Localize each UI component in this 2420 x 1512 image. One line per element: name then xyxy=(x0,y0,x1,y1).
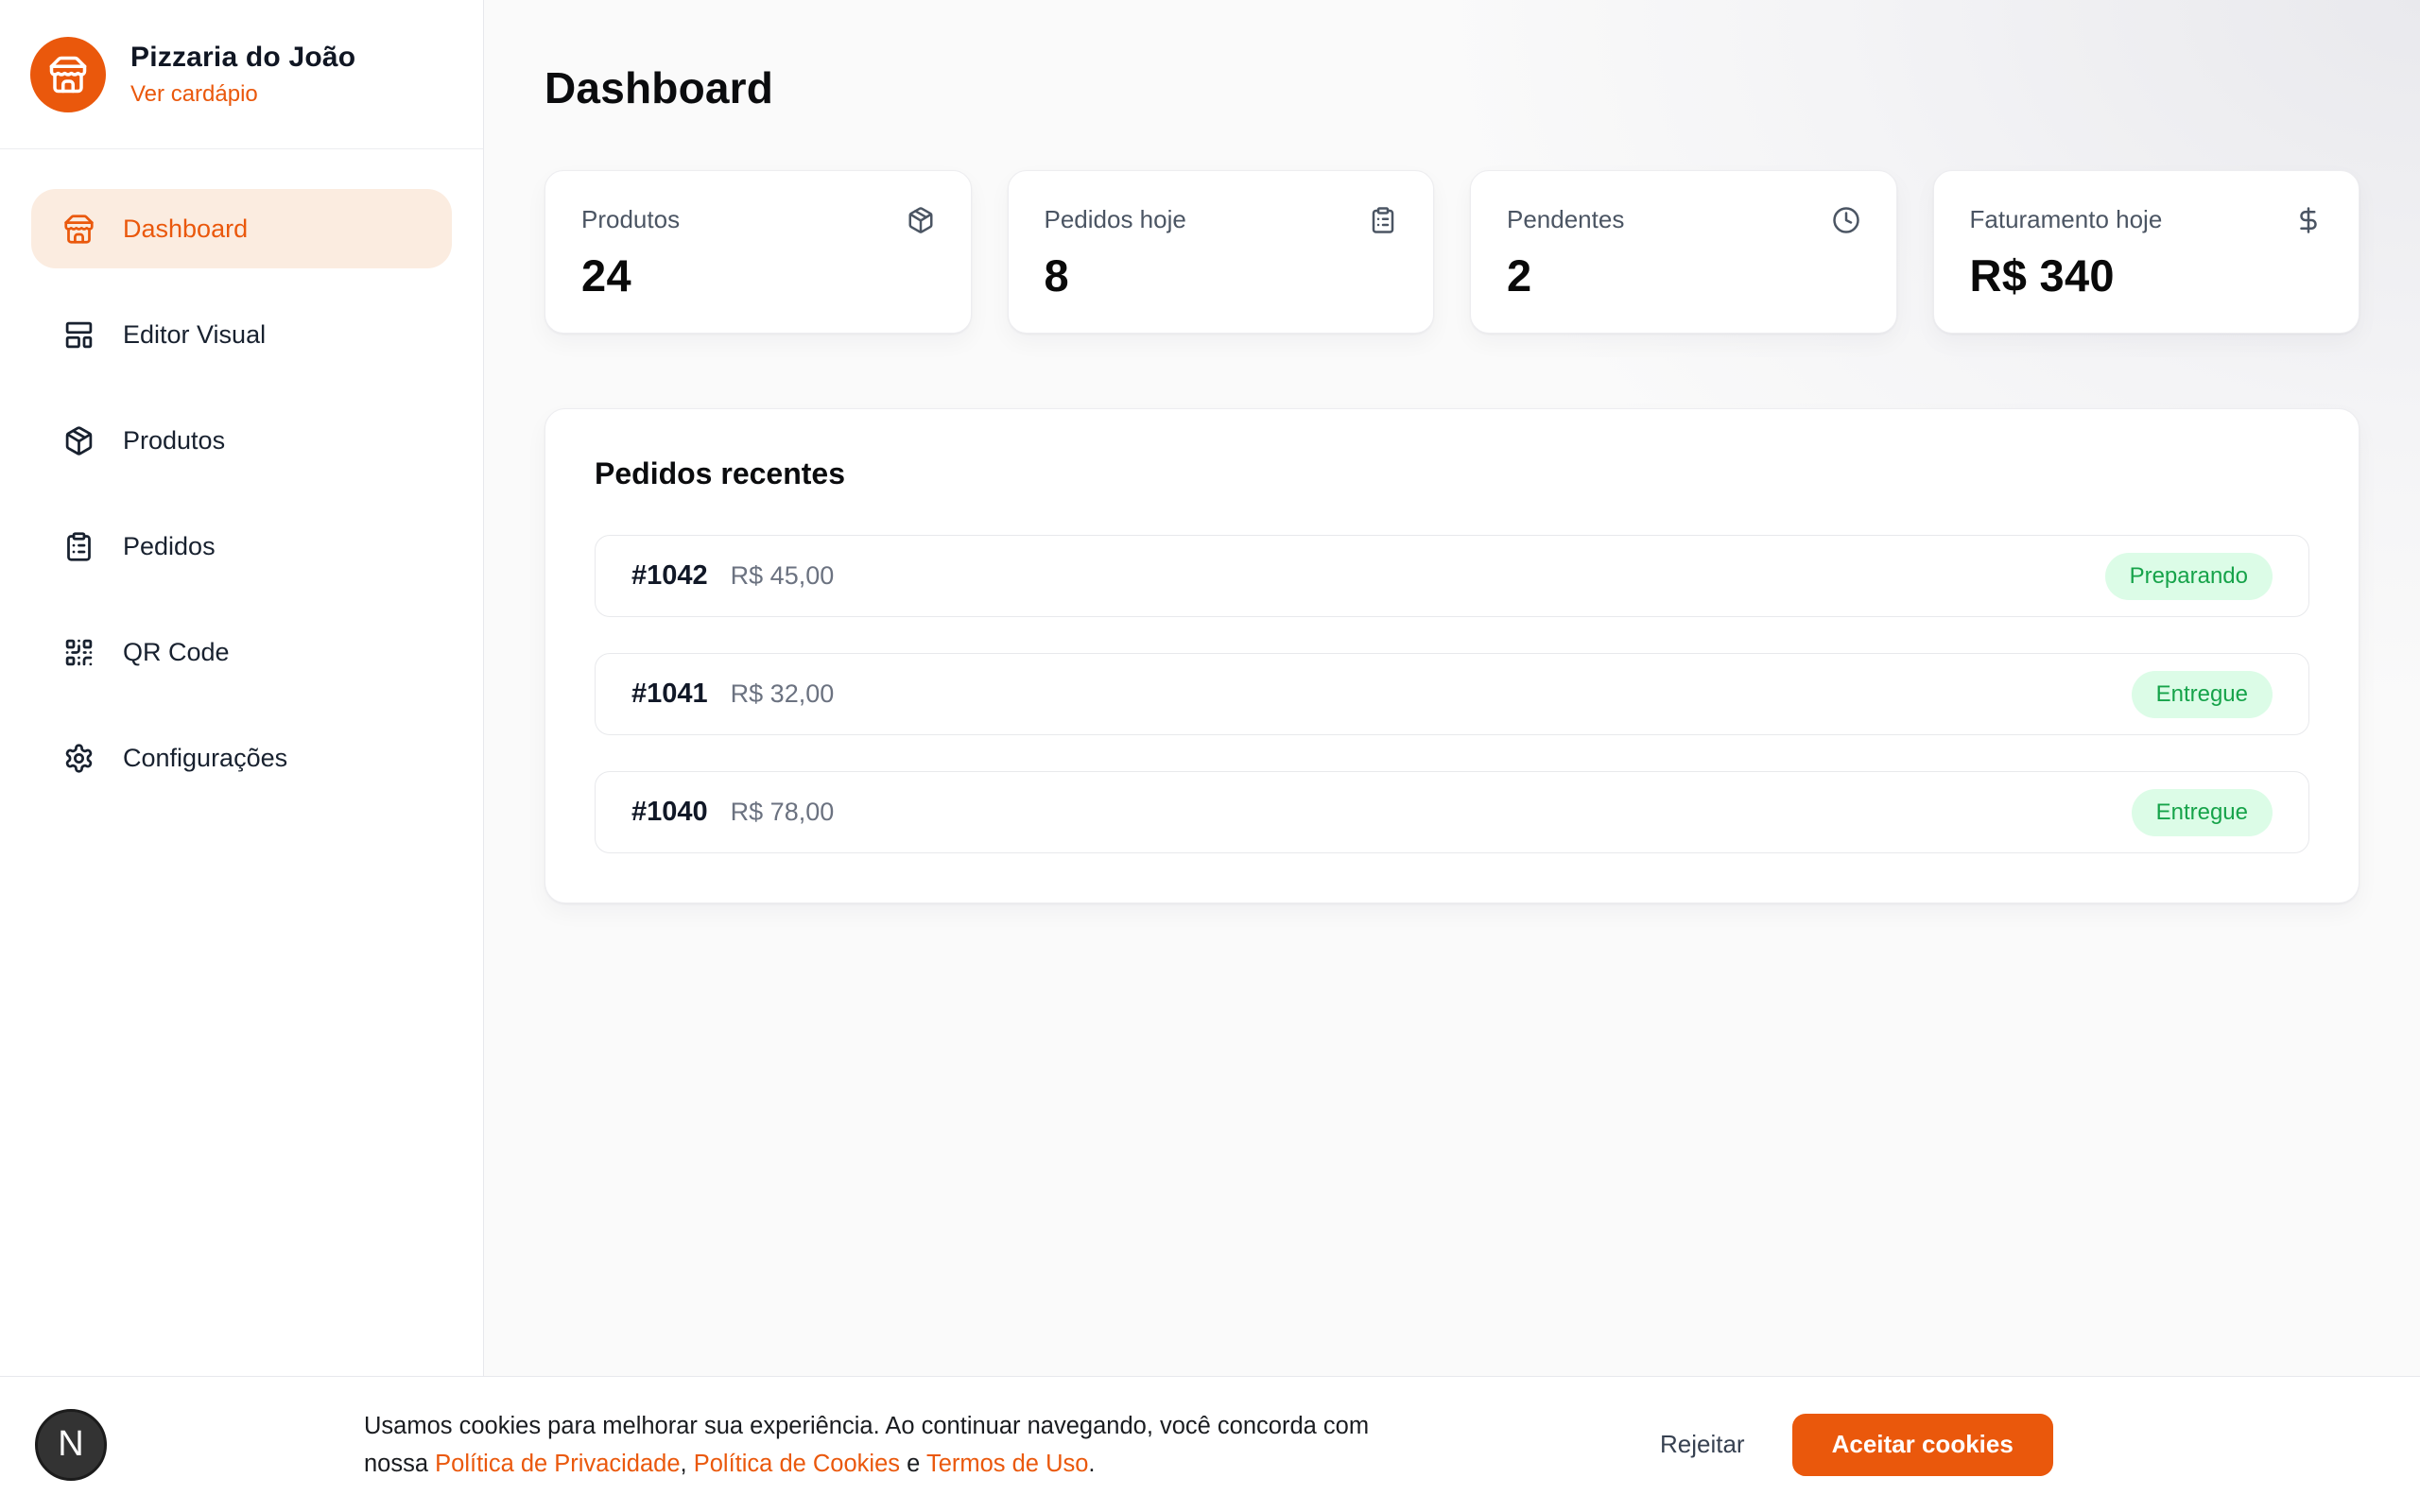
order-row: #1041 R$ 32,00 Entregue xyxy=(595,653,2309,735)
cookie-text-prefix: nossa xyxy=(364,1451,428,1477)
stat-card-pendentes: Pendentes 2 xyxy=(1470,170,1897,334)
devtools-button[interactable]: N xyxy=(35,1409,107,1481)
status-badge: Entregue xyxy=(2132,671,2273,718)
order-amount: R$ 78,00 xyxy=(731,798,835,827)
status-badge: Entregue xyxy=(2132,789,2273,836)
sidebar-item-produtos[interactable]: Produtos xyxy=(31,401,452,480)
sidebar-header: Pizzaria do João Ver cardápio xyxy=(0,0,483,149)
sidebar-item-label: Configurações xyxy=(123,744,287,773)
order-id: #1042 xyxy=(631,560,708,592)
order-row: #1040 R$ 78,00 Entregue xyxy=(595,771,2309,853)
recent-orders-title: Pedidos recentes xyxy=(595,456,2309,491)
view-menu-link[interactable]: Ver cardápio xyxy=(130,81,258,108)
status-badge: Preparando xyxy=(2105,553,2273,600)
order-amount: R$ 45,00 xyxy=(731,561,835,591)
cookie-text-line1: Usamos cookies para melhorar sua experiê… xyxy=(364,1413,1369,1439)
order-amount: R$ 32,00 xyxy=(731,679,835,709)
sidebar-item-editor-visual[interactable]: Editor Visual xyxy=(31,295,452,374)
sidebar-item-configuracoes[interactable]: Configurações xyxy=(31,718,452,798)
app-root: Pizzaria do João Ver cardápio Dashboard xyxy=(0,0,2420,1512)
stat-value: 8 xyxy=(1045,249,1398,301)
sidebar-item-dashboard[interactable]: Dashboard xyxy=(31,189,452,268)
dollar-icon xyxy=(2294,206,2323,234)
order-id: #1040 xyxy=(631,797,708,828)
sidebar-item-label: Pedidos xyxy=(123,532,216,561)
cookie-actions: Rejeitar Aceitar cookies xyxy=(1660,1414,2053,1476)
brand-text: Pizzaria do João Ver cardápio xyxy=(130,42,355,108)
package-icon xyxy=(907,206,935,234)
qr-code-icon xyxy=(63,637,95,668)
stat-value: 24 xyxy=(581,249,935,301)
sidebar-item-label: QR Code xyxy=(123,638,230,667)
comma-separator: , xyxy=(681,1451,687,1477)
cookie-banner: N Usamos cookies para melhorar sua exper… xyxy=(0,1376,2420,1512)
cookie-consent-text: Usamos cookies para melhorar sua experiê… xyxy=(364,1407,1369,1483)
layout-template-icon xyxy=(63,319,95,351)
sidebar: Pizzaria do João Ver cardápio Dashboard xyxy=(0,0,484,1376)
cookie-policy-link[interactable]: Política de Cookies xyxy=(694,1451,900,1477)
package-icon xyxy=(63,425,95,456)
stats-row: Produtos 24 Pedidos hoje xyxy=(544,170,2360,334)
main-content: Dashboard Produtos 24 Pedidos hoje xyxy=(484,0,2420,1376)
sidebar-item-pedidos[interactable]: Pedidos xyxy=(31,507,452,586)
clipboard-list-icon xyxy=(1369,206,1397,234)
stat-label: Faturamento hoje xyxy=(1970,205,2163,234)
brand-name: Pizzaria do João xyxy=(130,42,355,74)
sidebar-nav: Dashboard Editor Visual xyxy=(0,149,483,837)
clipboard-list-icon xyxy=(63,531,95,562)
privacy-policy-link[interactable]: Política de Privacidade xyxy=(435,1451,680,1477)
sidebar-item-qr-code[interactable]: QR Code xyxy=(31,612,452,692)
accept-cookies-button[interactable]: Aceitar cookies xyxy=(1792,1414,2053,1476)
page-title: Dashboard xyxy=(544,62,2360,113)
storefront-icon xyxy=(63,214,95,245)
sidebar-item-label: Produtos xyxy=(123,426,225,455)
orders-list: #1042 R$ 45,00 Preparando #1041 R$ 32,00… xyxy=(595,535,2309,853)
stat-card-faturamento: Faturamento hoje R$ 340 xyxy=(1933,170,2360,334)
sidebar-item-label: Dashboard xyxy=(123,215,248,244)
stat-value: 2 xyxy=(1507,249,1860,301)
order-id: #1041 xyxy=(631,679,708,710)
stat-value: R$ 340 xyxy=(1970,249,2324,301)
brand-logo xyxy=(30,37,106,112)
stat-card-pedidos-hoje: Pedidos hoje 8 xyxy=(1008,170,1435,334)
stat-label: Produtos xyxy=(581,205,680,234)
recent-orders-card: Pedidos recentes #1042 R$ 45,00 Preparan… xyxy=(544,408,2360,903)
sidebar-item-label: Editor Visual xyxy=(123,320,266,350)
and-separator: e xyxy=(907,1451,920,1477)
reject-cookies-button[interactable]: Rejeitar xyxy=(1660,1430,1745,1459)
period: . xyxy=(1088,1451,1095,1477)
storefront-icon xyxy=(48,55,88,94)
stat-label: Pedidos hoje xyxy=(1045,205,1186,234)
order-row: #1042 R$ 45,00 Preparando xyxy=(595,535,2309,617)
stat-label: Pendentes xyxy=(1507,205,1624,234)
terms-of-use-link[interactable]: Termos de Uso xyxy=(926,1451,1088,1477)
devtools-n-logo: N xyxy=(58,1424,83,1465)
gear-icon xyxy=(63,743,95,774)
stat-card-produtos: Produtos 24 xyxy=(544,170,972,334)
clock-icon xyxy=(1832,206,1860,234)
